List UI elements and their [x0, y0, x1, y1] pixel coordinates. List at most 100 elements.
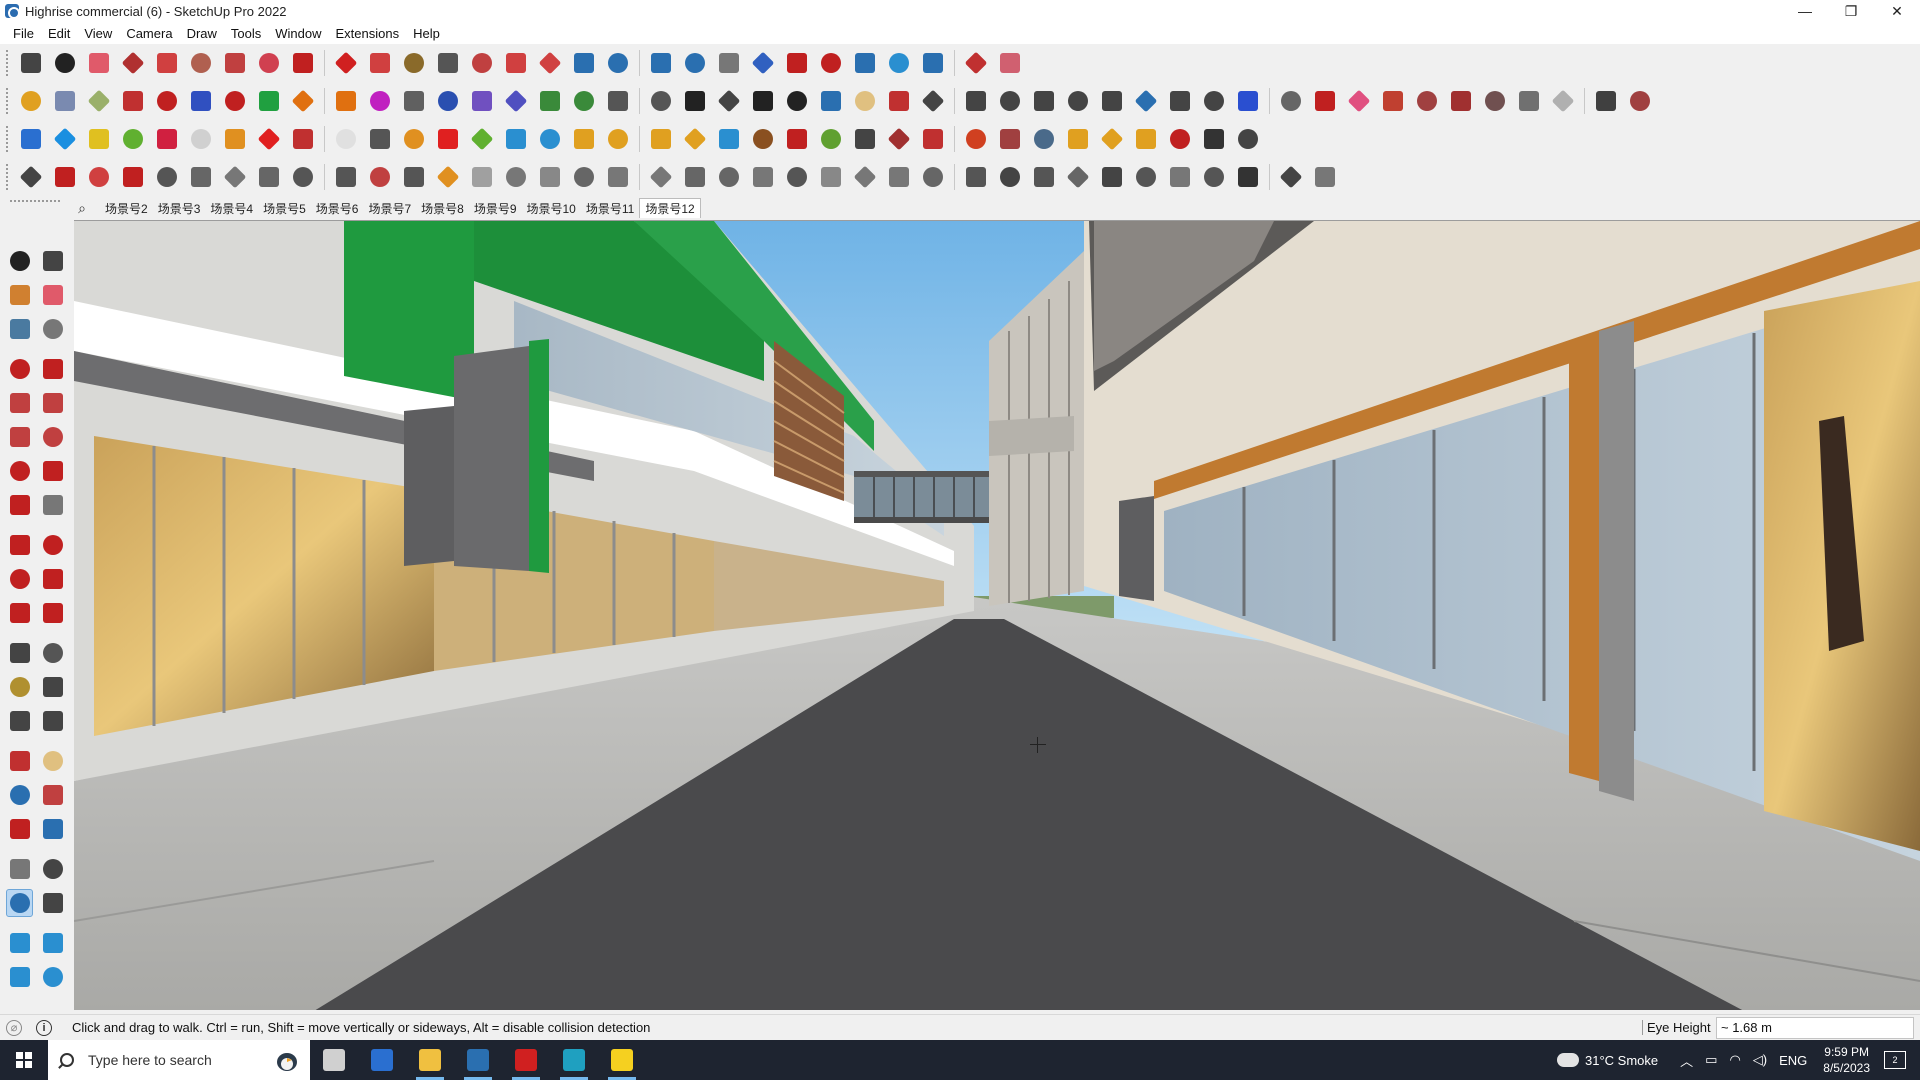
- toolbar-button[interactable]: [919, 163, 947, 191]
- toolbar-button[interactable]: [434, 87, 462, 115]
- left-tool-button[interactable]: [6, 855, 33, 883]
- eye-height-input[interactable]: ~ 1.68 m: [1716, 1017, 1914, 1039]
- left-tool-button[interactable]: [39, 423, 66, 451]
- toolbar-button[interactable]: [1166, 87, 1194, 115]
- scene-tab[interactable]: 场景号11: [581, 198, 639, 218]
- toolbar-button[interactable]: [400, 163, 428, 191]
- toolbar-button[interactable]: [400, 125, 428, 153]
- toolbar-button[interactable]: [17, 87, 45, 115]
- left-tool-button[interactable]: [6, 599, 33, 627]
- toolbar-button[interactable]: [1132, 125, 1160, 153]
- toolbar-button[interactable]: [962, 125, 990, 153]
- left-tool-button[interactable]: [39, 599, 66, 627]
- toolbar-button[interactable]: [221, 87, 249, 115]
- menu-view[interactable]: View: [77, 26, 119, 41]
- left-tool-button[interactable]: [6, 457, 33, 485]
- toolbar-button[interactable]: [681, 87, 709, 115]
- toolbar-grip[interactable]: [6, 88, 10, 114]
- scene-tab[interactable]: 场景号3: [153, 198, 206, 218]
- scene-tab[interactable]: 场景号2: [100, 198, 153, 218]
- toolbar-button[interactable]: [153, 87, 181, 115]
- left-tool-button[interactable]: [39, 639, 66, 667]
- toolbar-button[interactable]: [332, 49, 360, 77]
- left-tool-button[interactable]: [39, 889, 66, 917]
- toolbar-button[interactable]: [502, 163, 530, 191]
- toolbar-button[interactable]: [1064, 125, 1092, 153]
- toolbar-button[interactable]: [962, 49, 990, 77]
- toolbar-button[interactable]: [1200, 163, 1228, 191]
- left-tool-button[interactable]: [6, 315, 33, 343]
- toolbar-button[interactable]: [1200, 125, 1228, 153]
- toolbar-button[interactable]: [570, 163, 598, 191]
- menu-draw[interactable]: Draw: [180, 26, 224, 41]
- toolbar-button[interactable]: [851, 163, 879, 191]
- menu-edit[interactable]: Edit: [41, 26, 77, 41]
- toolbar-button[interactable]: [468, 163, 496, 191]
- toolbar-grip[interactable]: [6, 164, 10, 190]
- left-tool-button[interactable]: [6, 673, 33, 701]
- toolbar-button[interactable]: [570, 49, 598, 77]
- toolbar-button[interactable]: [221, 163, 249, 191]
- toolbar-button[interactable]: [51, 163, 79, 191]
- taskbar-app[interactable]: [454, 1040, 502, 1080]
- left-tool-button[interactable]: [39, 781, 66, 809]
- toolbar-button[interactable]: [604, 125, 632, 153]
- toolbar-button[interactable]: [153, 49, 181, 77]
- toolbar-button[interactable]: [817, 49, 845, 77]
- start-button[interactable]: [0, 1040, 48, 1080]
- minimize-button[interactable]: —: [1782, 0, 1828, 22]
- notifications-icon[interactable]: 2: [1884, 1051, 1906, 1069]
- toolbar-button[interactable]: [85, 125, 113, 153]
- toolbar-button[interactable]: [1166, 125, 1194, 153]
- toolbar-button[interactable]: [332, 125, 360, 153]
- toolbar-button[interactable]: [783, 49, 811, 77]
- taskbar-app[interactable]: [502, 1040, 550, 1080]
- menu-window[interactable]: Window: [268, 26, 328, 41]
- toolbar-button[interactable]: [570, 125, 598, 153]
- toolbar-button[interactable]: [400, 87, 428, 115]
- toolbar-button[interactable]: [681, 125, 709, 153]
- toolbar-button[interactable]: [1132, 163, 1160, 191]
- toolbar-button[interactable]: [502, 49, 530, 77]
- toolbar-button[interactable]: [919, 125, 947, 153]
- toolbar-button[interactable]: [468, 87, 496, 115]
- toolbar-button[interactable]: [1447, 87, 1475, 115]
- toolbar-button[interactable]: [434, 125, 462, 153]
- toolbar-button[interactable]: [885, 87, 913, 115]
- toolbar-button[interactable]: [1481, 87, 1509, 115]
- left-tool-button[interactable]: [39, 247, 66, 275]
- toolbar-button[interactable]: [502, 87, 530, 115]
- toolbar-button[interactable]: [434, 163, 462, 191]
- left-tool-button[interactable]: [39, 707, 66, 735]
- left-tool-button[interactable]: [6, 929, 33, 957]
- toolbar-button[interactable]: [783, 125, 811, 153]
- toolbar-button[interactable]: [366, 49, 394, 77]
- left-tool-button[interactable]: [39, 855, 66, 883]
- left-tool-button[interactable]: [6, 815, 33, 843]
- geolocation-icon[interactable]: ⌀: [6, 1019, 22, 1036]
- toolbar-button[interactable]: [51, 125, 79, 153]
- toolbar-button[interactable]: [85, 163, 113, 191]
- clock[interactable]: 9:59 PM 8/5/2023: [1823, 1044, 1870, 1076]
- scene-tab[interactable]: 场景号7: [363, 198, 416, 218]
- left-tool-button[interactable]: [39, 491, 66, 519]
- left-tool-button[interactable]: [39, 815, 66, 843]
- left-tool-button[interactable]: [6, 491, 33, 519]
- left-tool-button[interactable]: [6, 963, 33, 991]
- toolbar-button[interactable]: [817, 163, 845, 191]
- toolbar-button[interactable]: [604, 49, 632, 77]
- toolbar-button[interactable]: [1234, 87, 1262, 115]
- toolbar-button[interactable]: [366, 163, 394, 191]
- toolbar-button[interactable]: [366, 125, 394, 153]
- toolbar-button[interactable]: [647, 49, 675, 77]
- toolbar-button[interactable]: [570, 87, 598, 115]
- toolbar-button[interactable]: [962, 87, 990, 115]
- taskbar-app[interactable]: [310, 1040, 358, 1080]
- toolbar-button[interactable]: [1413, 87, 1441, 115]
- menu-help[interactable]: Help: [406, 26, 447, 41]
- toolbar-button[interactable]: [1311, 87, 1339, 115]
- language-indicator[interactable]: ENG: [1779, 1053, 1807, 1068]
- toolbar-button[interactable]: [1234, 163, 1262, 191]
- toolbar-button[interactable]: [647, 163, 675, 191]
- toolbar-button[interactable]: [919, 87, 947, 115]
